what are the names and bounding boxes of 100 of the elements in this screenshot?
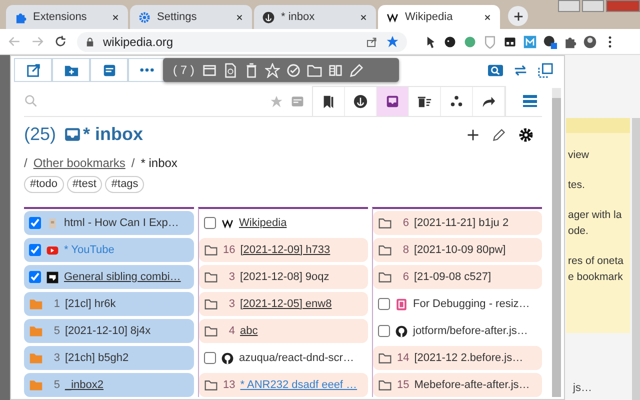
checkbox[interactable]	[378, 298, 390, 310]
address-bar[interactable]: wikipedia.org	[77, 32, 407, 52]
check-circle-icon[interactable]	[286, 62, 302, 78]
window-icon[interactable]	[503, 34, 517, 48]
minimize-button[interactable]	[558, 0, 580, 12]
folder-item[interactable]: 3 [2021-12-08] 9oqz	[199, 265, 368, 289]
close-icon[interactable]	[235, 12, 244, 22]
folder-item[interactable]: 6 [21-09-08 c527]	[373, 265, 542, 289]
close-icon[interactable]	[111, 12, 120, 22]
inbox-icon	[385, 94, 400, 109]
toolbar-button[interactable]	[128, 58, 166, 82]
close-icon[interactable]	[359, 12, 368, 22]
checkbox[interactable]	[204, 217, 216, 229]
github-icon	[395, 324, 408, 338]
video-play-icon	[46, 244, 59, 256]
item-title: [21ch] b5gh2	[65, 350, 129, 366]
maximize-button[interactable]	[582, 0, 604, 12]
folder-icon	[204, 324, 218, 338]
checkbox[interactable]	[29, 271, 41, 283]
folder-icon	[378, 216, 392, 230]
star-icon[interactable]	[270, 94, 283, 108]
note-header-bar	[566, 118, 630, 133]
folder-item[interactable]: 14 [2021-12 2.before.js…	[373, 346, 542, 370]
tag-chip[interactable]: #todo	[24, 176, 64, 193]
close-icon[interactable]	[483, 12, 492, 22]
item-title: [2021-12-05] enw8	[240, 296, 332, 312]
bookmarks-icon	[321, 94, 336, 109]
share-icon[interactable]	[366, 36, 378, 48]
swap-arrows-icon[interactable]	[513, 62, 528, 78]
folder-item[interactable]: 3 [2021-12-05] enw8	[199, 292, 368, 316]
checkbox[interactable]	[29, 244, 41, 256]
item-count: 5	[52, 324, 60, 339]
folder-item[interactable]: 13 * ANR232 dsadf eeef …	[199, 373, 368, 397]
page-text: js…	[573, 380, 592, 396]
item-title: * ANR232 dsadf eeef …	[240, 378, 358, 393]
browser-tab[interactable]: Extensions	[6, 5, 128, 29]
star-icon[interactable]	[386, 35, 399, 48]
file-refresh-icon[interactable]	[223, 62, 238, 78]
tag-chip[interactable]: #test	[66, 176, 102, 193]
folder-item[interactable]: 8 [2021-10-09 80pw]	[373, 238, 542, 262]
search-icon[interactable]	[488, 62, 503, 78]
checkbox[interactable]	[29, 217, 41, 229]
item-title: html - How Can I Exp…	[64, 216, 179, 231]
plus-icon[interactable]	[466, 128, 480, 142]
checkbox[interactable]	[204, 352, 216, 364]
breadcrumb-separator: /	[24, 155, 28, 172]
browser-tab[interactable]: * inbox	[254, 5, 376, 29]
item-count: 8	[402, 242, 409, 258]
avatar-icon[interactable]	[583, 34, 597, 48]
folder-item[interactable]: 15 Mebefore-afte-after.js…	[373, 373, 542, 397]
columns-icon[interactable]	[328, 62, 344, 78]
star-icon[interactable]	[265, 62, 280, 78]
bookmark-item[interactable]: General sibling combi…	[24, 265, 194, 289]
select-box-icon[interactable]	[538, 62, 553, 78]
folder-item[interactable]: 3 [21ch] b5gh2	[24, 346, 194, 370]
folder-icon	[204, 297, 218, 311]
bookmark-item[interactable]: html - How Can I Exp…	[24, 211, 194, 235]
browser-tab[interactable]: Settings	[130, 5, 252, 29]
folder-item[interactable]: 1 [21cl] hr6k	[24, 292, 194, 316]
search-icon	[24, 94, 38, 108]
scrollbar[interactable]	[632, 118, 640, 400]
trash-list-icon	[417, 94, 432, 109]
scrollbar[interactable]	[552, 88, 561, 397]
item-title: [21cl] hr6k	[65, 296, 116, 312]
breadcrumb-link[interactable]: Other bookmarks	[33, 154, 126, 172]
checkbox[interactable]	[378, 325, 390, 337]
toolbar-button[interactable]	[52, 58, 90, 82]
breadcrumb-current: * inbox	[140, 155, 178, 172]
menu-icon[interactable]	[522, 93, 538, 109]
favicon-icon	[395, 298, 408, 310]
folder-item[interactable]: 5 [2021-12-10] 8j4x	[24, 319, 194, 343]
folder-icon[interactable]	[307, 62, 322, 78]
folder-item[interactable]: 5 _inbox2	[24, 373, 194, 397]
toolbar-button[interactable]	[14, 58, 52, 82]
folder-icon	[29, 324, 43, 338]
m-tile-icon[interactable]	[523, 34, 537, 48]
view-button[interactable]	[377, 87, 409, 116]
reload-icon[interactable]	[54, 35, 67, 48]
plus-icon	[512, 10, 524, 22]
github-icon	[221, 352, 234, 364]
tag-chip[interactable]: #tags	[105, 176, 144, 193]
folder-item[interactable]: 16 [2021-12-09] h733	[199, 238, 368, 262]
puzzle-icon[interactable]	[563, 34, 577, 48]
item-count: 3	[52, 350, 60, 366]
circle-logo-icon[interactable]	[463, 34, 477, 48]
browser-tab[interactable]: Wikipedia	[378, 5, 500, 29]
settings-icon[interactable]	[518, 126, 534, 142]
new-tab-button[interactable]	[508, 6, 528, 26]
item-count: 1	[52, 296, 60, 312]
note-icon	[102, 62, 116, 78]
pencil-icon[interactable]	[492, 128, 506, 142]
inbox-icon	[64, 126, 82, 143]
item-count: 16	[223, 242, 236, 258]
item-count: 15	[397, 378, 410, 393]
folder-title: * inbox	[83, 123, 144, 146]
folder-item[interactable]: 4 abc	[199, 319, 368, 343]
toolbar-button[interactable]	[90, 58, 128, 82]
item-count: 6	[402, 216, 409, 231]
folder-item[interactable]: 6 [2021-11-21] b1ju 2	[373, 211, 542, 235]
page-text: view	[568, 148, 590, 163]
